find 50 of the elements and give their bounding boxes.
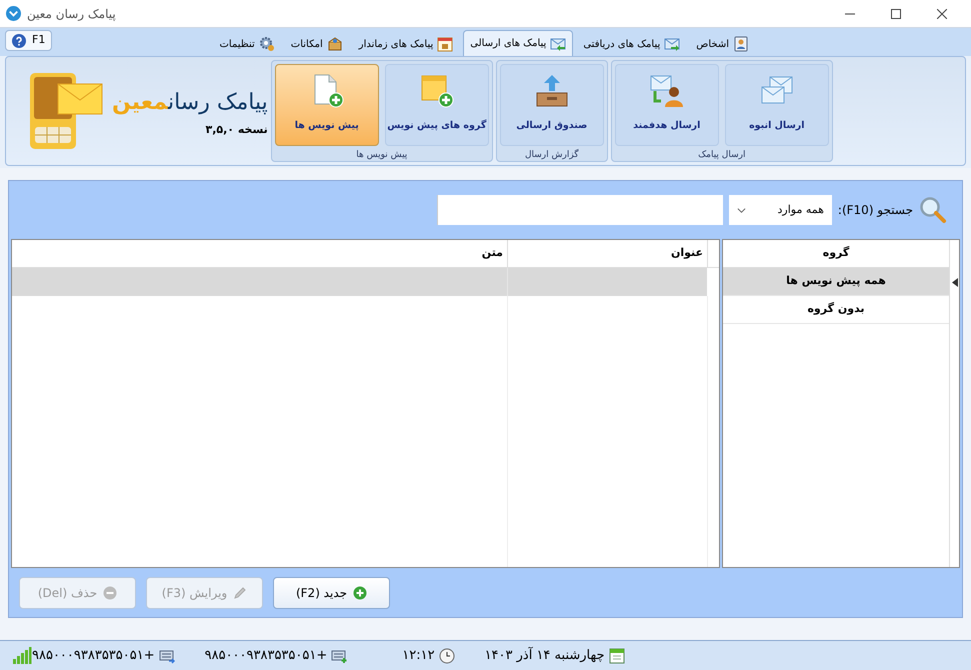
calendar-icon (608, 648, 625, 664)
app-logo-icon (6, 6, 21, 21)
tab[interactable]: امکانات (284, 32, 349, 56)
chevron-down-icon (736, 206, 746, 214)
column-header: عنوان (507, 240, 707, 267)
ribbon-button[interactable]: ارسال هدفمند (614, 64, 719, 146)
ribbon-group-title: ارسال پیامک (697, 149, 746, 162)
envelope-person-icon (648, 73, 685, 109)
ribbon-button[interactable]: گروه های پیش نویس (384, 64, 489, 146)
table-row[interactable] (12, 268, 707, 296)
row-pointer-icon (952, 278, 958, 286)
help-icon (12, 34, 26, 48)
table-cell[interactable]: همه پیش نویس ها (723, 268, 949, 296)
minus-icon (103, 586, 118, 600)
ribbon-group-title: گزارش ارسال (524, 149, 580, 162)
ribbon-group-title: پیش نویس ها (355, 149, 408, 162)
search-icon (919, 196, 947, 224)
signal-icon (12, 646, 32, 664)
filter-dropdown[interactable]: همه موارد (728, 195, 832, 225)
tab[interactable]: پیامک های دریافتی (577, 32, 686, 56)
tab[interactable]: اشخاص (690, 32, 755, 56)
box-icon (326, 36, 343, 52)
pencil-icon (233, 586, 248, 600)
phone-number-label: +۹۸۵۰۰۰۹۳۸۳۵۳۵۰۵۱ (204, 646, 328, 665)
maximize-icon (891, 8, 901, 18)
tray-arrow-icon (534, 73, 570, 109)
close-icon (937, 8, 947, 18)
contact-card-icon (733, 36, 749, 52)
tab[interactable]: پیامک های زماندار (352, 32, 460, 56)
plus-icon (353, 586, 368, 600)
version-label: نسخه ۳,۵,۰ (204, 122, 268, 138)
tab[interactable]: پیامک های ارسالی (463, 30, 574, 56)
help-button[interactable]: F1 (5, 30, 52, 51)
tab[interactable]: تنظیمات (214, 32, 281, 56)
note-plus-icon (418, 73, 455, 109)
ribbon-button[interactable]: پیش نویس ها (274, 64, 379, 146)
calendar-icon (437, 36, 454, 52)
search-field[interactable] (436, 195, 723, 225)
action-button[interactable]: جدید (F2) (273, 576, 390, 608)
time-label: ۱۲:۱۲ (402, 646, 435, 665)
app-name-logo: پیامک رسانمعین (112, 92, 268, 114)
date-label: چهارشنبه ۱۴ آذر ۱۴۰۳ (484, 646, 605, 665)
ribbon-button[interactable]: صندوق ارسالی (500, 64, 604, 146)
ribbon-button[interactable]: ارسال انبوه (724, 64, 829, 146)
window-title: پیامک رسان معین (27, 6, 116, 22)
column-header: متن (480, 245, 504, 262)
search-label: جستجو (F10): (838, 202, 913, 219)
clock-icon (438, 648, 455, 664)
settings-icon (258, 36, 275, 52)
phone-number-label: +۹۸۵۰۰۰۹۳۸۳۵۳۵۰۵۱ (32, 646, 155, 665)
